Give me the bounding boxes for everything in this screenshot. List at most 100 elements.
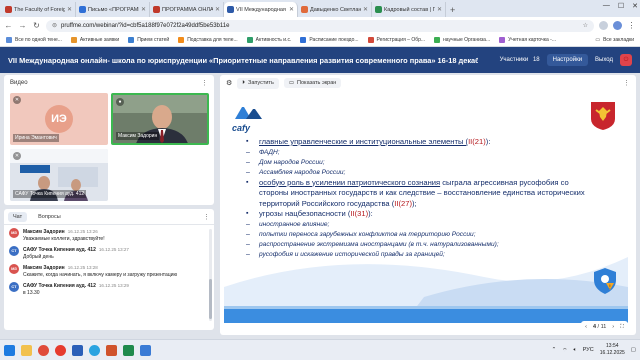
slide-bullet: ▪ угрозы нацбезопасности (II(31)): (246, 209, 596, 220)
url-field[interactable]: ⊜ pruffme.com/webinar/?id=cbf5a188f97e07… (46, 19, 594, 32)
fullscreen-icon[interactable]: ⛶ (620, 324, 624, 331)
bookmark-item[interactable]: Учетная карточка -... (499, 37, 556, 43)
chat-menu-icon[interactable]: ⋮ (203, 213, 210, 221)
tab-close-icon[interactable]: ✕ (67, 6, 72, 13)
tab-close-icon[interactable]: ✕ (289, 6, 294, 13)
new-tab-button[interactable]: + (446, 2, 459, 17)
tab-favicon-icon (375, 6, 382, 13)
sub-bullet-text: Дом народов России; (259, 158, 325, 166)
settings-button[interactable]: Настройки (546, 54, 589, 66)
profile-avatar[interactable] (613, 21, 622, 30)
exit-icon[interactable]: ⏻ (620, 54, 632, 66)
url-text: pruffme.com/webinar/?id=cbf5a188f97e072f… (61, 22, 230, 29)
bookmark-item[interactable]: научные Организа... (434, 37, 490, 43)
russian-emblem-icon (590, 101, 616, 136)
minimize-button[interactable]: — (603, 2, 610, 10)
mic-muted-icon: ✕ (13, 96, 21, 104)
browser-tab[interactable]: VII Международная он✕ (224, 2, 298, 17)
video-menu-icon[interactable]: ⋮ (201, 79, 208, 87)
dash-icon: – (246, 230, 250, 238)
show-screen-button[interactable]: ▭ Показать экран (283, 78, 342, 88)
tab-close-icon[interactable]: ✕ (437, 6, 442, 13)
tab-close-icon[interactable]: ✕ (141, 6, 146, 13)
bookmark-item[interactable]: Активные заявки (70, 37, 120, 43)
clock[interactable]: 13:54 16.12.2025 (600, 343, 625, 357)
close-window-button[interactable]: ✕ (632, 2, 638, 10)
university-logo: cafy (232, 103, 266, 133)
next-slide-icon[interactable]: › (612, 324, 614, 330)
network-icon[interactable]: ⌔ (562, 347, 567, 354)
slide-sub-bullet: – Ассамблея народов России; (246, 168, 596, 178)
svg-text:!: ! (609, 285, 610, 291)
all-bookmarks[interactable]: ▭ Все закладки (595, 37, 634, 43)
run-button[interactable]: ⏵ Запустить (237, 77, 279, 89)
tab-questions[interactable]: Вопросы (33, 212, 66, 222)
exit-button[interactable]: Выход (592, 54, 616, 66)
bookmark-favicon-icon (499, 37, 506, 43)
play-icon: ⏵ (242, 79, 246, 86)
browser-tab[interactable]: Давыденко Светлана Семёнов✕ (298, 2, 372, 17)
back-icon[interactable]: ← (4, 21, 13, 30)
bookmark-favicon-icon (178, 37, 185, 43)
bullet-ref: II(27) (394, 198, 412, 208)
bookmark-favicon-icon (367, 37, 374, 43)
browser-tab[interactable]: Письмо «ПРОГРАММА Он✕ (76, 2, 150, 17)
tab-list: The Faculty of Foreign Langu✕Письмо «ПРО… (2, 2, 446, 17)
chrome-icon[interactable] (38, 344, 49, 356)
participants-button[interactable]: Участники 18 (497, 54, 543, 66)
chat-scrollbar[interactable] (209, 229, 212, 321)
notifications-icon[interactable]: ▢ (631, 347, 636, 353)
tab-close-icon[interactable]: ✕ (363, 6, 368, 13)
explorer-icon[interactable] (21, 344, 32, 356)
chat-message: МЗ Максим Задорин 16.12.25 13:28 Скажите, к… (4, 262, 208, 280)
presentation-menu-icon[interactable]: ⋮ (623, 79, 630, 87)
word-icon[interactable] (72, 344, 83, 356)
bookmark-item[interactable]: Прием статей (128, 37, 169, 43)
telegram-icon[interactable] (89, 344, 100, 356)
panel-settings-icon[interactable]: ⚙ (226, 79, 232, 87)
video-tile-maksim[interactable]: ● Максим Задорин (111, 93, 209, 145)
video-tile-name: САФУ Точка Кипения ауд. 412 (13, 190, 87, 198)
yandex-icon[interactable] (55, 344, 66, 356)
bookmark-star-icon[interactable]: ☆ (583, 22, 588, 29)
extensions-icon[interactable] (599, 21, 608, 30)
slide-sub-bullet: – Дом народов России; (246, 158, 596, 168)
tab-close-icon[interactable]: ✕ (215, 6, 220, 13)
keyboard-language[interactable]: РУС (583, 347, 594, 353)
bookmark-item[interactable]: Расписание поездо... (300, 37, 359, 43)
prev-slide-icon[interactable]: ‹ (585, 324, 587, 330)
powerpoint-icon[interactable] (106, 344, 117, 356)
browser-tab[interactable]: ПРОГРАММА ОНЛАЙН- Ш✕ (150, 2, 224, 17)
bookmark-label: Активные заявки (79, 37, 120, 43)
video-tile-irina[interactable]: ✕ ИЭ Ирина Эмантович (10, 93, 108, 145)
message-author: САФУ Точка Кипения ауд. 412 (23, 247, 96, 253)
webinar-header: VII Международная онлайн- школа по юрисп… (0, 47, 640, 73)
bookmark-label: Активность и.с. (255, 37, 292, 43)
address-bar-row: ← → ↻ ⊜ pruffme.com/webinar/?id=cbf5a188… (0, 17, 640, 34)
chevron-up-icon[interactable]: ⌃ (552, 347, 557, 353)
volume-icon[interactable]: 🔈︎ (573, 347, 576, 354)
video-tile-safu[interactable]: ✕ САФУ Точка Кипения ауд. 412 (10, 149, 108, 201)
chat-scroll-thumb[interactable] (209, 279, 212, 319)
maximize-button[interactable]: ☐ (618, 2, 624, 10)
bookmark-item[interactable]: Все по одной тене... (6, 37, 62, 43)
excel-icon[interactable] (123, 344, 134, 356)
browser-tab[interactable]: The Faculty of Foreign Langu✕ (2, 2, 76, 17)
video-panel-title: Видео (10, 80, 28, 86)
mail-icon[interactable] (140, 344, 151, 356)
left-column: Видео ⋮ ✕ ИЭ Ирина Эмантович ● Максим За… (4, 75, 214, 330)
sub-bullet-list-1: – ФАДН; – Дом народов России; – Ассамблея нар… (246, 148, 596, 178)
bookmark-item[interactable]: Регистрация – Обр... (367, 37, 425, 43)
bullet-icon: ▪ (246, 138, 249, 145)
bookmark-label: Учетная карточка -... (508, 37, 557, 43)
browser-menu-icon[interactable]: ⋮ (627, 21, 636, 30)
browser-tab[interactable]: Кадровый состав | Гомель✕ (372, 2, 446, 17)
tab-chat[interactable]: Чат (8, 211, 28, 222)
forward-icon[interactable]: → (18, 21, 27, 30)
reload-icon[interactable]: ↻ (32, 21, 41, 30)
bookmark-item[interactable]: Подставка для теле... (178, 37, 238, 43)
start-icon[interactable] (4, 344, 15, 356)
chat-message: СТ САФУ Точка Кипения ауд. 412 16.12.25 13… (4, 244, 208, 262)
bookmark-item[interactable]: Активность и.с. (246, 37, 292, 43)
site-info-icon[interactable]: ⊜ (52, 22, 57, 29)
